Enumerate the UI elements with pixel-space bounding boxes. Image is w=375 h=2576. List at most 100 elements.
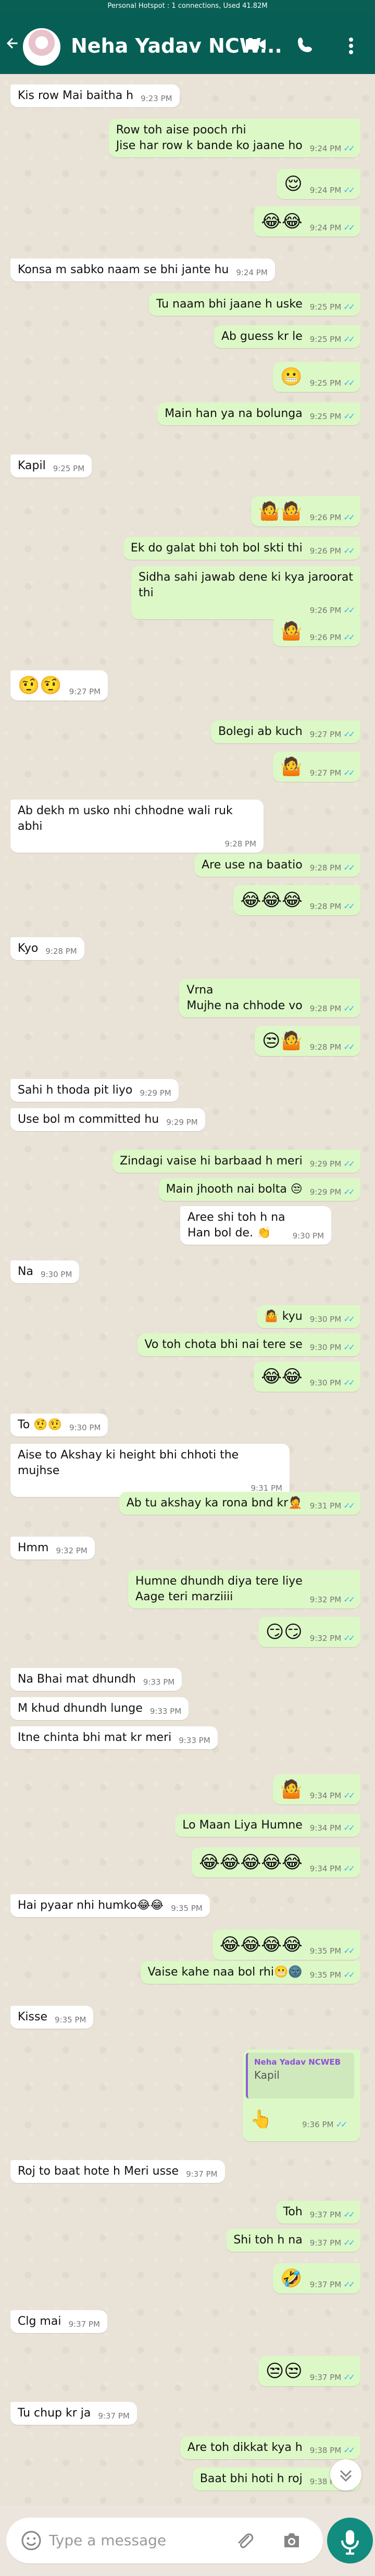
message-bubble[interactable]: Use bol m committed hu 9:29 PM <box>10 1108 205 1131</box>
message-bubble[interactable]: Kyo 9:28 PM <box>10 937 84 960</box>
message-bubble[interactable]: 🤷 kyu 9:30 PM ✓✓ <box>257 1305 360 1328</box>
message-bubble[interactable]: Konsa m sabko naam se bhi jante hu 9:24 P… <box>10 259 275 281</box>
message-time: 9:28 PM <box>309 902 342 911</box>
message-row: Na 9:30 PM <box>0 1260 375 1285</box>
message-bubble[interactable]: Roj to baat hote h Meri usse 9:37 PM <box>10 2160 225 2183</box>
message-bubble[interactable]: Sidha sahi jawab dene ki kya jaroorat th… <box>131 566 360 619</box>
message-bubble[interactable]: Lo Maan Liya Humne 9:34 PM ✓✓ <box>175 1814 360 1837</box>
read-ticks-icon: ✓✓ <box>343 1863 355 1873</box>
message-bubble[interactable]: Row toh aise pooch rhi Jise har row k ba… <box>108 119 360 157</box>
message-bubble[interactable]: Toh 9:37 PM ✓✓ <box>276 2201 360 2224</box>
message-time: 9:28 PM <box>309 1042 342 1052</box>
camera-icon[interactable] <box>280 2530 303 2552</box>
message-row: 😒🤷 9:28 PM ✓✓ <box>0 1026 375 1057</box>
message-bubble[interactable]: Are toh dikkat kya h 9:38 PM ✓✓ <box>180 2436 360 2459</box>
quoted-message-bubble[interactable]: Neha Yadav NCWEB Kapil 👆 9:36 PM ✓✓ <box>243 2050 360 2141</box>
message-bubble[interactable]: Bolegi ab kuch 9:27 PM ✓✓ <box>210 720 360 743</box>
message-bubble[interactable]: Hmm 9:32 PM <box>10 1537 95 1560</box>
read-ticks-icon: ✓✓ <box>343 2445 355 2455</box>
message-bubble[interactable]: Vrna Mujhe na chhode vo 9:28 PM ✓✓ <box>179 979 360 1017</box>
message-bubble[interactable]: 😒😒 9:37 PM ✓✓ <box>258 2356 360 2386</box>
message-bubble[interactable]: Tu naam bhi jaane h uske 9:25 PM ✓✓ <box>148 293 360 316</box>
message-bubble[interactable]: Sahi h thoda pit liyo 9:29 PM <box>10 1079 179 1102</box>
avatar[interactable] <box>23 28 60 66</box>
message-row: Row toh aise pooch rhi Jise har row k ba… <box>0 119 375 163</box>
message-bubble[interactable]: 😂😂😂😂😂 9:34 PM ✓✓ <box>192 1847 360 1878</box>
message-bubble[interactable]: Main han ya na bolunga 9:25 PM ✓✓ <box>157 402 360 425</box>
scroll-to-bottom-button[interactable] <box>330 2459 361 2491</box>
message-bubble[interactable]: Ab tu akshay ka rona bnd kr🤦 9:31 PM ✓✓ <box>119 1492 360 1515</box>
message-bubble[interactable]: 😂😂😂😂 9:35 PM ✓✓ <box>212 1930 360 1960</box>
message-bubble[interactable]: Vaise kahe naa bol rhi😬🌚 9:35 PM ✓✓ <box>140 1961 360 1984</box>
message-bubble[interactable]: 🤷 9:26 PM ✓✓ <box>273 616 360 646</box>
message-bubble[interactable]: 🤣 9:37 PM ✓✓ <box>273 2263 360 2293</box>
read-ticks-icon: ✓✓ <box>343 546 355 556</box>
message-bubble[interactable]: 😌 9:24 PM ✓✓ <box>277 169 360 199</box>
read-ticks-icon: ✓✓ <box>343 223 355 232</box>
attach-icon[interactable] <box>234 2530 255 2551</box>
message-bubble[interactable]: Aree shi toh h na Han bol de. 👏 9:30 PM <box>180 1206 332 1245</box>
message-bubble[interactable]: Ek do galat bhi toh bol skti thi 9:26 PM ✓… <box>123 537 360 560</box>
message-bubble[interactable]: 🤨🤨 9:27 PM <box>10 670 108 701</box>
message-bubble[interactable]: Ab guess kr le 9:25 PM ✓✓ <box>214 325 360 348</box>
message-bubble[interactable]: Na 9:30 PM <box>10 1260 80 1283</box>
message-text: 😂😂 <box>261 1366 303 1387</box>
message-list[interactable]: Kis row Mai baitha h 9:23 PM Row toh aise… <box>0 74 375 2505</box>
message-row: 🤣 9:37 PM ✓✓ <box>0 2263 375 2295</box>
message-text: M khud dhundh lunge <box>18 1702 143 1715</box>
message-input[interactable]: Type a message <box>49 2531 166 2550</box>
read-ticks-icon: ✓✓ <box>343 2238 355 2248</box>
read-ticks-icon: ✓✓ <box>343 1003 355 1013</box>
message-time: 9:30 PM <box>309 1315 342 1324</box>
message-row: Aree shi toh h na Han bol de. 👏 9:30 PM <box>0 1206 375 1250</box>
message-bubble[interactable]: 🤷 9:27 PM ✓✓ <box>273 752 360 782</box>
message-bubble[interactable]: 🤷 9:34 PM ✓✓ <box>273 1774 360 1805</box>
video-call-icon[interactable] <box>245 36 267 52</box>
message-row: Aise to Akshay ki height bhi chhoti the … <box>0 1444 375 1497</box>
message-bubble[interactable]: Main jhooth nai bolta 😒 9:29 PM ✓✓ <box>158 1178 360 1201</box>
quoted-message[interactable]: Neha Yadav NCWEB Kapil <box>246 2053 354 2099</box>
message-bubble[interactable]: Na Bhai mat dhundh 9:33 PM <box>10 1668 182 1691</box>
message-bubble[interactable]: Zindagi vaise hi barbaad h meri 9:29 PM ✓✓ <box>113 1150 360 1173</box>
message-bubble[interactable]: 😏😏 9:32 PM ✓✓ <box>258 1617 360 1647</box>
chevron-down-icon <box>340 2470 352 2482</box>
message-bubble[interactable]: M khud dhundh lunge 9:33 PM <box>10 1697 189 1720</box>
message-row: Kisse 9:35 PM <box>0 2006 375 2031</box>
message-bubble[interactable]: 😒🤷 9:28 PM ✓✓ <box>254 1026 360 1056</box>
message-bubble[interactable]: Humne dhundh diya tere liye Aage teri ma… <box>128 1570 360 1609</box>
message-bubble[interactable]: 😂😂 9:30 PM ✓✓ <box>254 1361 360 1392</box>
more-vert-icon[interactable] <box>346 35 356 56</box>
message-bubble[interactable]: Kisse 9:35 PM <box>10 2006 94 2029</box>
read-ticks-icon: ✓✓ <box>343 729 355 739</box>
message-bubble[interactable]: 🤷🤷 9:26 PM ✓✓ <box>251 496 360 526</box>
message-bubble[interactable]: Kapil 9:25 PM <box>10 455 92 477</box>
message-bubble[interactable]: Itne chinta bhi mat kr meri 9:33 PM <box>10 1726 218 1749</box>
message-text: 😬 <box>280 366 303 387</box>
message-time: 9:30 PM <box>292 1231 324 1241</box>
message-bubble[interactable]: Kis row Mai baitha h 9:23 PM <box>10 84 180 107</box>
back-icon[interactable] <box>4 35 20 51</box>
message-bubble[interactable]: 😬 9:25 PM ✓✓ <box>273 362 360 392</box>
message-row: Roj to baat hote h Meri usse 9:37 PM <box>0 2160 375 2185</box>
message-bubble[interactable]: Hai pyaar nhi humko😂😂 9:35 PM <box>10 1894 210 1917</box>
emoji-icon[interactable] <box>21 2530 42 2551</box>
message-bubble[interactable]: 😂😂😂 9:28 PM ✓✓ <box>233 885 360 915</box>
message-time: 9:24 PM <box>309 223 342 232</box>
message-time: 9:38 PM <box>309 2446 342 2455</box>
phone-icon[interactable] <box>296 35 315 54</box>
message-bubble[interactable]: Ab dekh m usko nhi chhodne wali ruk abhi… <box>10 800 264 853</box>
message-bubble[interactable]: Aise to Akshay ki height bhi chhoti the … <box>10 1444 290 1497</box>
mic-button[interactable] <box>327 2518 373 2563</box>
read-ticks-icon: ✓✓ <box>343 632 355 642</box>
message-time: 9:26 PM <box>309 513 342 522</box>
message-bubble[interactable]: Vo toh chota bhi nai tere se 9:30 PM ✓✓ <box>137 1333 360 1356</box>
message-time: 9:34 PM <box>309 1823 342 1833</box>
message-bubble[interactable]: Are use na baatio 9:28 PM ✓✓ <box>194 854 360 877</box>
message-bubble[interactable]: Clg mai 9:37 PM <box>10 2310 107 2333</box>
message-time: 9:29 PM <box>140 1088 171 1098</box>
message-input-container[interactable]: Type a message <box>6 2518 323 2563</box>
message-bubble[interactable]: 😂😂 9:24 PM ✓✓ <box>254 206 360 237</box>
message-bubble[interactable]: Shi toh h na 9:37 PM ✓✓ <box>226 2229 360 2252</box>
message-bubble[interactable]: To 🤨🤨 9:30 PM <box>10 1414 108 1437</box>
message-bubble[interactable]: Tu chup kr ja 9:37 PM <box>10 2402 137 2425</box>
